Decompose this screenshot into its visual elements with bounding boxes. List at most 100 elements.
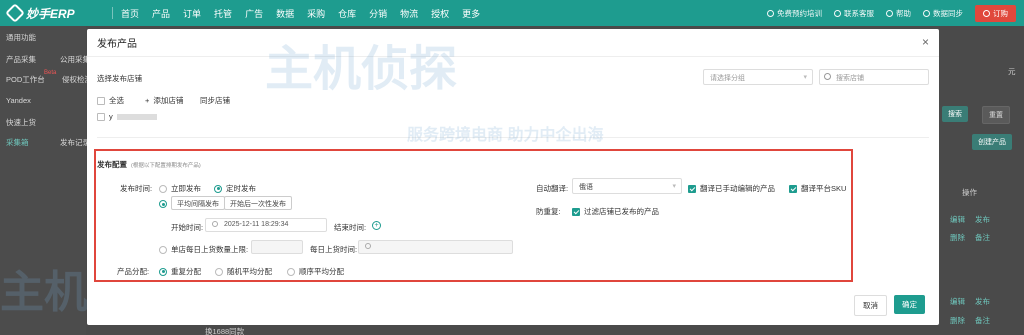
translate-sku-checkbox[interactable]: 翻译平台SKU (789, 183, 846, 194)
end-time-label: 结束时间: (334, 223, 367, 232)
modal-header: 发布产品 (87, 29, 939, 57)
help-label: 帮助 (896, 8, 911, 18)
nav-item-ads[interactable]: 广告 (245, 7, 263, 20)
training-icon (767, 9, 774, 17)
dist-repeat-radio[interactable]: 重复分配 (159, 266, 201, 277)
opt-scheduled-label: 定时发布 (226, 184, 256, 193)
nav-item-orders[interactable]: 订单 (183, 7, 201, 20)
clock-icon (212, 221, 218, 228)
bg-create-product-button[interactable]: 创建产品 (972, 134, 1012, 150)
group-select-placeholder: 请选择分组 (710, 75, 745, 82)
nav-item-logistics[interactable]: 物流 (400, 7, 418, 20)
store-name-label: y (109, 112, 113, 121)
filter-published-label: 过滤店铺已发布的产品 (584, 207, 659, 216)
order-button[interactable]: 订购 (975, 4, 1016, 22)
nav-item-data[interactable]: 数据 (276, 7, 294, 20)
bg-search-button[interactable]: 搜索 (942, 106, 968, 122)
daily-limit-label: 单店每日上货数量上限: (171, 245, 249, 254)
bg-publish-link[interactable]: 发布 (975, 214, 990, 225)
translate-edited-checkbox[interactable]: 翻译已手动编辑的产品 (688, 183, 775, 194)
support-icon (834, 9, 841, 17)
select-all-checkbox[interactable]: 全选 (97, 95, 124, 106)
sync-label: 数据同步 (933, 8, 963, 18)
sync-store-link[interactable]: 同步店铺 (200, 95, 230, 106)
pod-beta-badge: Beta (44, 70, 57, 76)
bg-publish-link-2[interactable]: 发布 (975, 296, 990, 307)
bg-delete-link-2[interactable]: 删除 (950, 315, 965, 326)
cancel-button[interactable]: 取消 (854, 295, 887, 316)
bg-note-link[interactable]: 备注 (975, 232, 990, 243)
sidebar-quick-list[interactable]: 快速上货 (6, 117, 36, 128)
sidebar: 通用功能 产品采集 公用采集 POD工作台 Beta 侵权检测 Yandex 快… (0, 26, 92, 335)
publish-time-label: 发布时间: (120, 184, 153, 193)
daily-time-input[interactable] (358, 240, 513, 254)
sidebar-public-collect[interactable]: 公用采集 (60, 54, 90, 65)
bg-reset-button[interactable]: 重置 (982, 106, 1010, 124)
bg-bottom-text: 换1688同款 (205, 327, 245, 335)
support-link[interactable]: 联系客服 (834, 8, 874, 19)
nav-item-hosting[interactable]: 托管 (214, 7, 232, 20)
sync-link[interactable]: 数据同步 (923, 8, 963, 19)
config-title: 发布配置 (97, 160, 127, 169)
dist-order-label: 顺序平均分配 (299, 267, 344, 276)
store-search-input[interactable]: 搜索店铺 (819, 69, 929, 85)
publish-config-panel (94, 149, 853, 282)
nav-item-authorization[interactable]: 授权 (431, 7, 449, 20)
store-checkbox-box (97, 112, 105, 121)
start-time-input[interactable]: 2025-12-11 18:29:34 (205, 218, 327, 232)
daily-limit-input[interactable] (251, 240, 303, 254)
dist-random-radio[interactable]: 随机平均分配 (215, 266, 272, 277)
add-end-time-icon[interactable]: + (372, 221, 381, 230)
sidebar-collect-box[interactable]: 采集箱 (6, 137, 29, 148)
sync-icon (923, 9, 930, 17)
translate-language-select[interactable]: 俄语 ▾ (572, 178, 682, 194)
add-store-link[interactable]: + 添加店铺 (145, 95, 183, 106)
help-icon (886, 9, 893, 17)
sidebar-common-features[interactable]: 通用功能 (6, 32, 36, 43)
start-time-value: 2025-12-11 18:29:34 (223, 221, 289, 228)
auto-translate-label: 自动翻译: (536, 184, 569, 193)
bg-note-link-2[interactable]: 备注 (975, 315, 990, 326)
store-checkbox[interactable]: y (97, 112, 157, 121)
opt-once-chip[interactable]: 开始后一次性发布 (224, 196, 292, 210)
training-link[interactable]: 免费预约培训 (767, 8, 822, 19)
section-divider (97, 137, 929, 138)
sidebar-publish-record[interactable]: 发布记录 (60, 137, 90, 148)
main-nav: 首页 产品 订单 托管 广告 数据 采购 仓库 分销 物流 授权 更多 (121, 7, 480, 20)
bg-edit-link[interactable]: 编辑 (950, 214, 965, 225)
nav-item-products[interactable]: 产品 (152, 7, 170, 20)
daily-limit-radio[interactable]: 单店每日上货数量上限: (159, 244, 248, 255)
opt-now-radio[interactable]: 立即发布 (159, 183, 201, 194)
bg-edit-link-2[interactable]: 编辑 (950, 296, 965, 307)
dist-random-label: 随机平均分配 (227, 267, 272, 276)
checkbox-checked (688, 184, 696, 193)
order-button-label: 订购 (993, 8, 1008, 18)
sidebar-yandex[interactable]: Yandex (6, 96, 31, 105)
nav-item-distribution[interactable]: 分销 (369, 7, 387, 20)
opt-interval-chip[interactable]: 平均间隔发布 (171, 196, 225, 210)
sidebar-product-collect[interactable]: 产品采集 (6, 54, 36, 65)
support-label: 联系客服 (844, 8, 874, 18)
nav-item-home[interactable]: 首页 (121, 7, 139, 20)
close-icon[interactable]: × (922, 35, 929, 49)
nav-item-more[interactable]: 更多 (462, 7, 480, 20)
cart-icon (983, 9, 990, 17)
anti-duplicate-label: 防重复: (536, 207, 561, 216)
bg-delete-link[interactable]: 删除 (950, 232, 965, 243)
group-select[interactable]: 请选择分组 ▾ (703, 69, 813, 85)
opt-now-label: 立即发布 (171, 184, 201, 193)
brand-logo[interactable]: 妙手ERP (0, 3, 112, 23)
opt-scheduled-radio[interactable]: 定时发布 (214, 183, 256, 194)
nav-item-purchase[interactable]: 采购 (307, 7, 325, 20)
filter-published-checkbox[interactable]: 过滤店铺已发布的产品 (572, 206, 659, 217)
clock-icon (365, 243, 371, 250)
nav-item-warehouse[interactable]: 仓库 (338, 7, 356, 20)
dist-order-radio[interactable]: 顺序平均分配 (287, 266, 344, 277)
confirm-button[interactable]: 确定 (894, 295, 925, 314)
help-link[interactable]: 帮助 (886, 8, 911, 19)
store-search-placeholder: 搜索店铺 (836, 75, 864, 82)
schedule-mode-radio[interactable] (159, 200, 167, 208)
sidebar-pod-workbench[interactable]: POD工作台 (6, 74, 45, 85)
modal-title: 发布产品 (97, 39, 137, 50)
translate-language-value: 俄语 (579, 184, 593, 191)
